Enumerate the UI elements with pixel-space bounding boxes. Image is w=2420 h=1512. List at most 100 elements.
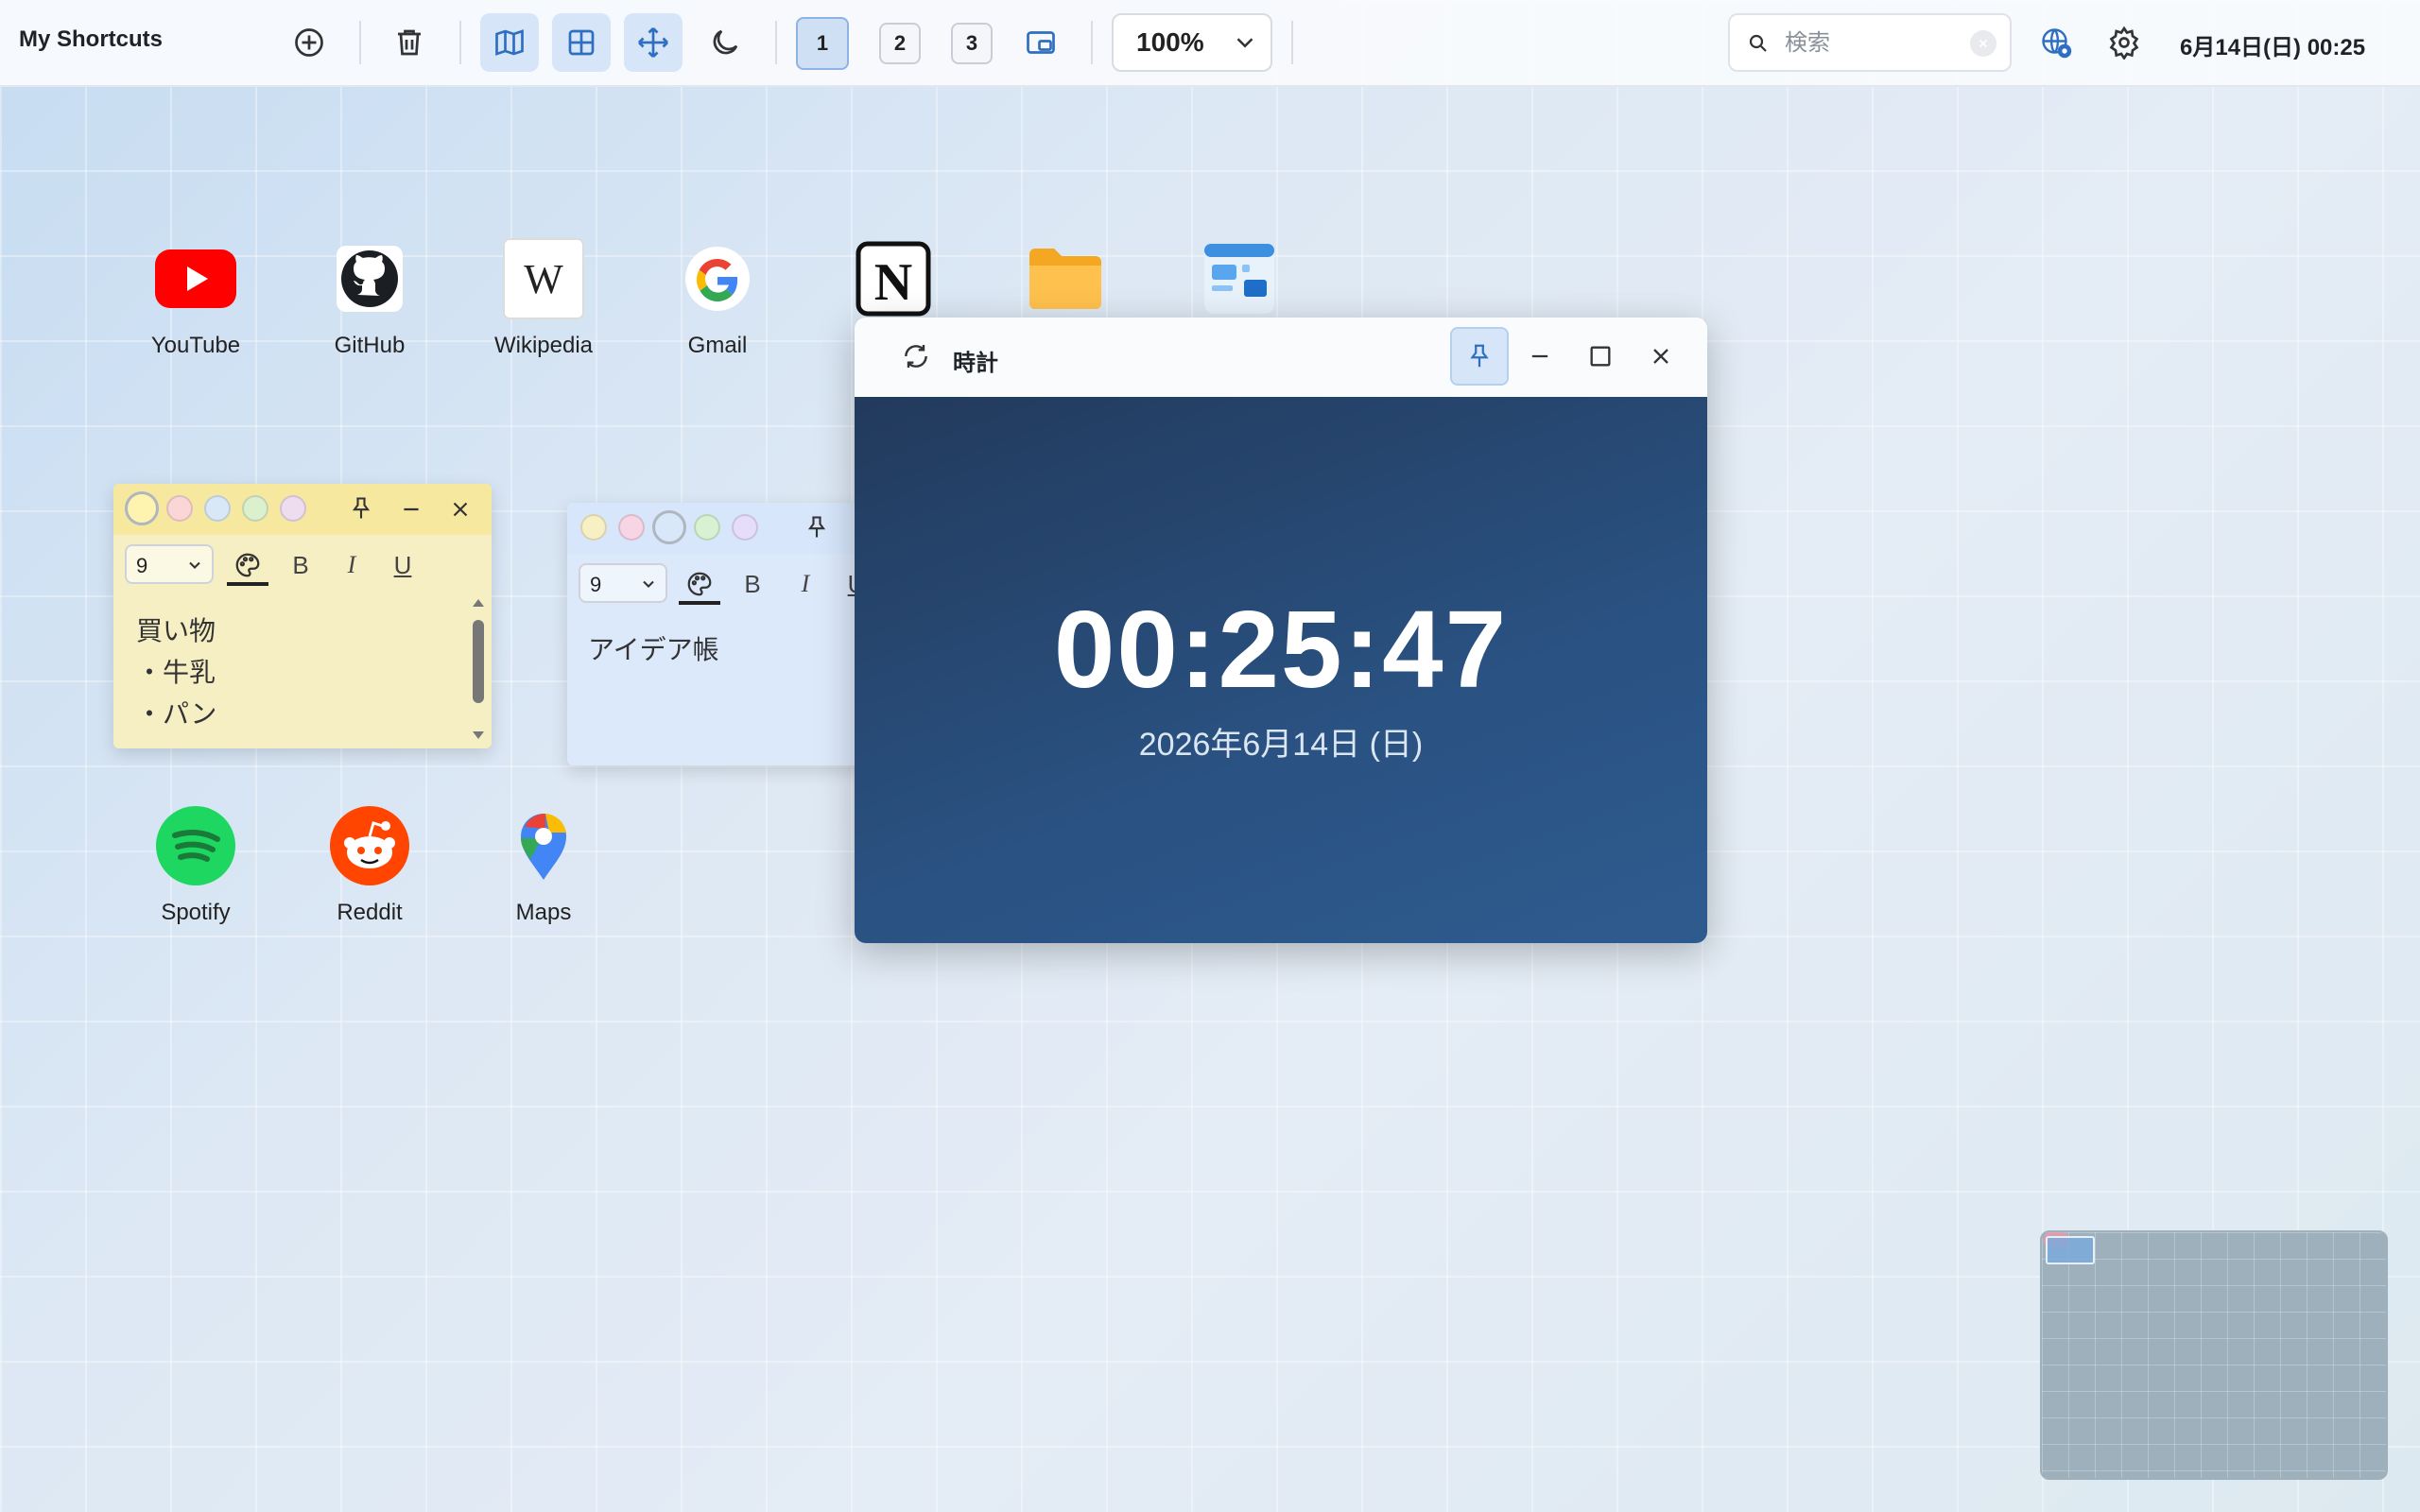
underline-button[interactable]: U xyxy=(386,548,420,582)
shortcut-label: Maps xyxy=(515,900,572,925)
spotify-icon xyxy=(155,805,236,886)
font-size-select[interactable]: 9 xyxy=(579,563,667,603)
note-header[interactable] xyxy=(567,503,879,554)
pin-icon[interactable] xyxy=(348,495,374,522)
color-swatch-yellow[interactable] xyxy=(580,514,607,541)
refresh-icon xyxy=(905,345,927,368)
note-header[interactable] xyxy=(113,484,492,535)
clock-display: 00:25:47 2026年6月14日 (日) xyxy=(855,397,1707,943)
bold-icon: B xyxy=(744,569,761,598)
minimize-icon xyxy=(1531,354,1548,358)
refresh-button[interactable] xyxy=(887,327,945,386)
delete-button[interactable] xyxy=(380,13,439,72)
close-icon xyxy=(1979,39,1988,48)
add-button[interactable] xyxy=(280,13,338,72)
search-icon xyxy=(1749,34,1767,52)
system-datetime: 6月14日(日) 00:25 xyxy=(2180,35,2366,60)
shortcut-spotify[interactable]: Spotify xyxy=(125,805,267,926)
shortcut-youtube[interactable]: YouTube xyxy=(125,238,267,359)
italic-button[interactable]: I xyxy=(335,548,369,582)
italic-icon: I xyxy=(801,570,810,597)
bold-button[interactable]: B xyxy=(735,567,769,601)
color-swatch-purple[interactable] xyxy=(280,495,306,522)
page-3-button[interactable]: 3 xyxy=(951,23,993,64)
close-button[interactable] xyxy=(1632,327,1690,386)
sticky-note-ideas[interactable]: 9 B I U アイデア帳 xyxy=(567,503,879,765)
move-icon xyxy=(638,27,668,58)
color-swatch-pink[interactable] xyxy=(166,495,193,522)
note-toolbar: 9 B I U xyxy=(113,535,492,592)
scroll-down-icon xyxy=(473,731,484,739)
shortcut-folder[interactable] xyxy=(994,238,1136,319)
chevron-down-icon xyxy=(643,580,654,588)
scrollbar-thumb[interactable] xyxy=(473,620,484,703)
shortcut-dashboard[interactable] xyxy=(1168,238,1310,319)
clear-search-button[interactable] xyxy=(1970,30,1996,57)
shortcut-github[interactable]: GitHub xyxy=(299,238,441,359)
color-swatch-pink[interactable] xyxy=(618,514,645,541)
language-button[interactable] xyxy=(2027,13,2085,72)
pin-window-button[interactable] xyxy=(1450,327,1509,386)
note-content[interactable]: アイデア帳 xyxy=(588,629,719,671)
note-toolbar: 9 B I U xyxy=(567,554,879,610)
reddit-icon xyxy=(329,805,410,886)
google-icon xyxy=(677,238,758,319)
note-content[interactable]: 買い物 ・牛乳 ・パン xyxy=(136,610,216,735)
color-swatch-yellow[interactable] xyxy=(125,491,159,525)
color-swatch-green[interactable] xyxy=(242,495,268,522)
chevron-down-icon xyxy=(189,561,200,569)
page-2-button[interactable]: 2 xyxy=(879,23,921,64)
shortcut-maps[interactable]: Maps xyxy=(473,805,614,926)
sticky-note-shopping[interactable]: 9 B I U 買い物 ・牛乳 ・パン xyxy=(113,484,492,748)
minimap[interactable] xyxy=(2040,1230,2388,1480)
color-swatch-purple[interactable] xyxy=(732,514,758,541)
clock-window-titlebar[interactable]: 時計 xyxy=(855,318,1707,399)
scroll-up-icon xyxy=(473,599,484,607)
minimap-viewport[interactable] xyxy=(2046,1236,2095,1264)
maximize-button[interactable] xyxy=(1571,327,1630,386)
scrollbar[interactable] xyxy=(469,595,488,743)
shortcut-label: YouTube xyxy=(150,333,241,358)
text-color-button[interactable] xyxy=(679,567,720,605)
close-icon xyxy=(1653,349,1668,364)
minimize-icon[interactable] xyxy=(399,497,424,522)
color-swatch-blue[interactable] xyxy=(652,510,686,544)
italic-button[interactable]: I xyxy=(788,567,822,601)
shortcut-label: Wikipedia xyxy=(493,333,594,358)
shortcut-wikipedia[interactable]: W Wikipedia xyxy=(473,238,614,359)
shortcut-label: GitHub xyxy=(334,333,406,358)
zoom-value: 100% xyxy=(1136,27,1204,57)
shortcut-label: Spotify xyxy=(161,900,231,925)
settings-button[interactable] xyxy=(2095,13,2153,72)
pin-icon[interactable] xyxy=(804,514,830,541)
dark-mode-button[interactable] xyxy=(696,13,754,72)
search-input[interactable] xyxy=(1783,28,1957,59)
close-icon[interactable] xyxy=(448,497,473,522)
globe-icon xyxy=(2042,28,2072,59)
youtube-icon xyxy=(155,238,236,319)
map-view-button[interactable] xyxy=(480,13,539,72)
color-swatch-green[interactable] xyxy=(694,514,720,541)
color-swatch-blue[interactable] xyxy=(204,495,231,522)
clock-window[interactable]: 時計 00:25:47 2026年6月14日 (日) xyxy=(855,318,1707,943)
clock-window-title: 時計 xyxy=(953,351,998,376)
shortcut-notion[interactable]: N xyxy=(822,238,964,319)
notion-icon: N xyxy=(853,238,934,319)
shortcut-reddit[interactable]: Reddit xyxy=(299,805,441,926)
svg-text:N: N xyxy=(874,253,912,312)
pin-icon xyxy=(1470,344,1489,368)
text-color-button[interactable] xyxy=(227,548,268,586)
move-button[interactable] xyxy=(624,13,683,72)
zoom-select[interactable]: 100% xyxy=(1112,13,1272,72)
bold-button[interactable]: B xyxy=(284,548,318,582)
picture-in-picture-button[interactable] xyxy=(1011,13,1070,72)
shortcut-label: Reddit xyxy=(337,900,403,925)
page-1-button[interactable]: 1 xyxy=(796,17,849,70)
shortcut-gmail[interactable]: Gmail xyxy=(647,238,788,359)
minimize-button[interactable] xyxy=(1511,327,1569,386)
grid-button[interactable] xyxy=(552,13,611,72)
top-toolbar: My Shortcuts 1 2 3 100% 6 xyxy=(0,0,2420,87)
map-icon xyxy=(495,29,524,56)
grid-icon xyxy=(568,29,595,56)
font-size-select[interactable]: 9 xyxy=(125,544,214,584)
